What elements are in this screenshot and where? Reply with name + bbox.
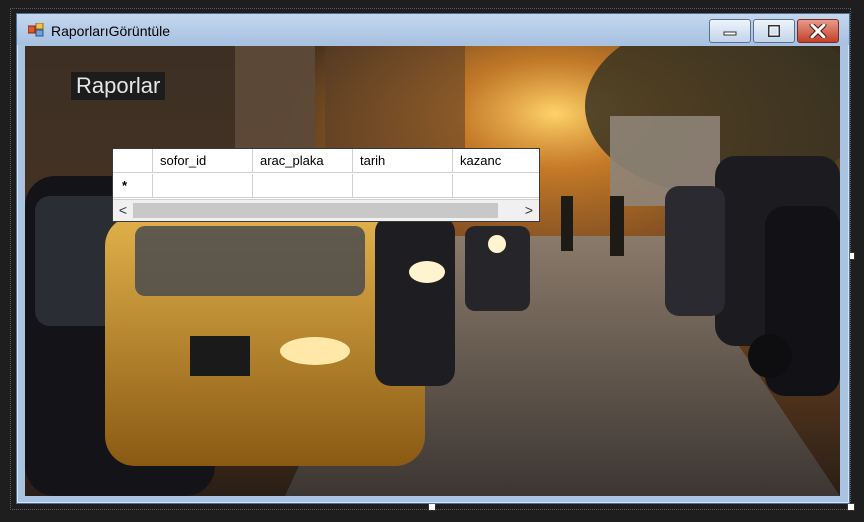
cell-arac-plaka[interactable]: [253, 174, 353, 198]
close-button[interactable]: [797, 19, 839, 43]
resize-handle-bottom[interactable]: [428, 503, 436, 511]
window-title: RaporlarıGörüntüle: [51, 23, 171, 39]
raporlar-heading: Raporlar: [71, 72, 166, 100]
chevron-right-icon: >: [524, 202, 534, 218]
scrollbar-thumb[interactable]: [133, 203, 498, 218]
horizontal-scrollbar[interactable]: < >: [113, 199, 539, 221]
column-header-tarih[interactable]: tarih: [353, 149, 453, 173]
form-client-area: Raporlar sofor_id arac_plaka tarih kazan…: [25, 46, 840, 496]
close-icon: [809, 24, 827, 38]
report-data-grid[interactable]: sofor_id arac_plaka tarih kazanc * < >: [112, 148, 540, 222]
form-window: RaporlarıGörüntüle Raporlar sofor_id ara…: [16, 13, 850, 504]
cell-kazanc[interactable]: [453, 174, 539, 198]
new-row-asterisk: *: [122, 178, 128, 193]
column-header-sofor-id[interactable]: sofor_id: [153, 149, 253, 173]
new-row-marker[interactable]: *: [113, 174, 153, 198]
maximize-icon: [768, 25, 780, 37]
resize-handle-corner[interactable]: [847, 503, 855, 511]
chevron-left-icon: <: [118, 202, 128, 218]
grid-new-row[interactable]: *: [113, 174, 539, 198]
cell-tarih[interactable]: [353, 174, 453, 198]
scroll-left-button[interactable]: <: [113, 200, 133, 221]
maximize-button[interactable]: [753, 19, 795, 43]
title-bar[interactable]: RaporlarıGörüntüle: [17, 14, 849, 45]
app-icon: [28, 23, 44, 37]
column-header-arac-plaka[interactable]: arac_plaka: [253, 149, 353, 173]
minimize-icon: [723, 31, 737, 36]
grid-corner-header[interactable]: [113, 149, 153, 173]
cell-sofor-id[interactable]: [153, 174, 253, 198]
grid-header-row: sofor_id arac_plaka tarih kazanc: [113, 149, 539, 173]
scroll-right-button[interactable]: >: [519, 200, 539, 221]
street-background-image: [25, 46, 840, 496]
minimize-button[interactable]: [709, 19, 751, 43]
column-header-kazanc[interactable]: kazanc: [453, 149, 539, 173]
